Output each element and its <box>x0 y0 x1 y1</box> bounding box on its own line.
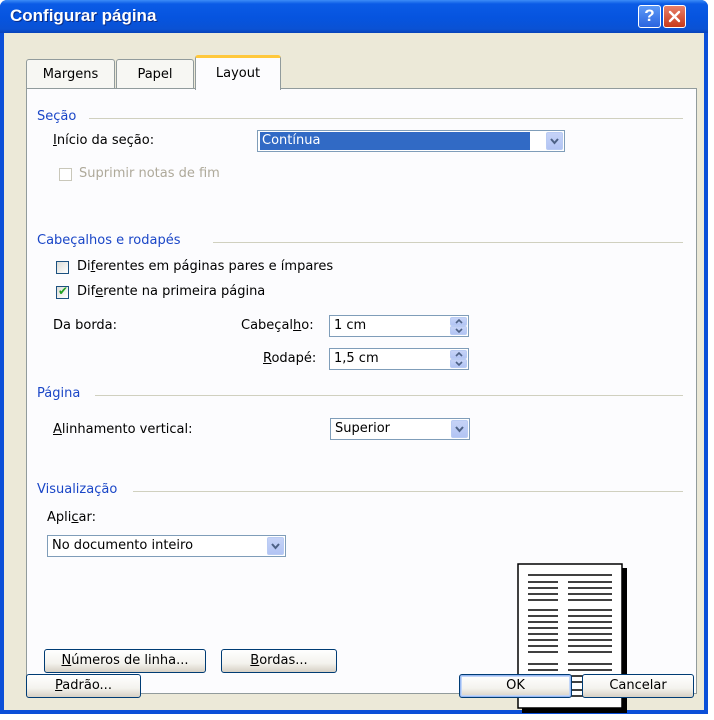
dialog-client-area: Margens Papel Layout Seção Início da seç… <box>4 33 704 713</box>
group-divider <box>95 395 683 396</box>
inicio-secao-label: Início da seção: <box>53 133 155 148</box>
tab-papel[interactable]: Papel <box>116 59 194 89</box>
spin-down-button[interactable] <box>450 326 467 335</box>
aplicar-value: No documento inteiro <box>52 538 194 553</box>
spin-down-button[interactable] <box>450 359 467 368</box>
chevron-down-icon <box>455 426 464 433</box>
spin-up-button[interactable] <box>450 350 467 359</box>
aplicar-dropdown[interactable]: No documento inteiro <box>47 535 286 557</box>
numeros-de-linha-button[interactable]: Números de linha... <box>44 649 206 673</box>
diferentes-pares-impares-label: Diferentes em páginas pares e ímpares <box>77 259 334 274</box>
tab-margens[interactable]: Margens <box>26 59 115 89</box>
group-heading-secao: Seção <box>37 109 77 124</box>
group-divider <box>133 491 683 492</box>
cancelar-button[interactable]: Cancelar <box>582 674 694 698</box>
group-divider <box>89 118 683 119</box>
tab-layout[interactable]: Layout <box>195 55 281 90</box>
close-button[interactable] <box>663 5 686 28</box>
rodape-value: 1,5 cm <box>334 351 379 366</box>
group-heading-visualizacao: Visualização <box>37 482 118 497</box>
diferente-primeira-pagina-checkbox[interactable]: ✔ <box>56 284 69 299</box>
chevron-down-icon <box>455 361 463 366</box>
aplicar-label: Aplicar: <box>47 510 96 525</box>
inicio-secao-value: Contínua <box>260 132 530 150</box>
diferente-primeira-pagina-label: Diferente na primeira página <box>77 284 266 299</box>
inicio-secao-dropdown[interactable]: Contínua <box>257 130 565 152</box>
chevron-up-icon <box>455 352 463 357</box>
padrao-button[interactable]: Padrão... <box>26 674 141 698</box>
checkmark-icon: ✔ <box>58 284 69 298</box>
dropdown-button[interactable] <box>451 420 468 438</box>
dialog-window: Configurar página ? Margens Papel Layout… <box>0 0 708 714</box>
rodape-label: Rodapé: <box>263 351 317 366</box>
group-heading-cabecalhos: Cabeçalhos e rodapés <box>37 233 181 248</box>
dropdown-button[interactable] <box>546 132 563 150</box>
group-divider <box>213 242 683 243</box>
help-button[interactable]: ? <box>638 5 661 28</box>
dropdown-button[interactable] <box>267 537 284 555</box>
cabecalho-spinner[interactable]: 1 cm <box>329 315 469 337</box>
ok-button[interactable]: OK <box>459 674 572 698</box>
close-icon <box>668 10 681 23</box>
rodape-spinner[interactable]: 1,5 cm <box>329 348 469 370</box>
chevron-up-icon <box>455 319 463 324</box>
chevron-down-icon <box>271 543 280 550</box>
cabecalho-value: 1 cm <box>334 318 367 333</box>
suprimir-notas-label: Suprimir notas de fim <box>79 166 220 181</box>
alinhamento-vertical-value: Superior <box>335 421 390 436</box>
chevron-down-icon <box>455 328 463 333</box>
diferentes-pares-impares-checkbox[interactable] <box>56 261 69 274</box>
chevron-down-icon <box>550 138 559 145</box>
title-bar[interactable]: Configurar página ? <box>0 0 708 33</box>
tab-panel-layout: Seção Início da seção: Contínua Suprimir… <box>26 88 697 713</box>
bordas-button[interactable]: Bordas... <box>221 649 337 673</box>
spin-up-button[interactable] <box>450 317 467 326</box>
alinhamento-vertical-label: Alinhamento vertical: <box>53 422 193 437</box>
group-heading-pagina: Página <box>37 386 81 401</box>
suprimir-notas-checkbox[interactable] <box>59 168 72 181</box>
window-title: Configurar página <box>10 6 157 25</box>
alinhamento-vertical-dropdown[interactable]: Superior <box>330 418 470 440</box>
da-borda-label: Da borda: <box>53 318 118 333</box>
cabecalho-label: Cabeçalho: <box>241 318 314 333</box>
